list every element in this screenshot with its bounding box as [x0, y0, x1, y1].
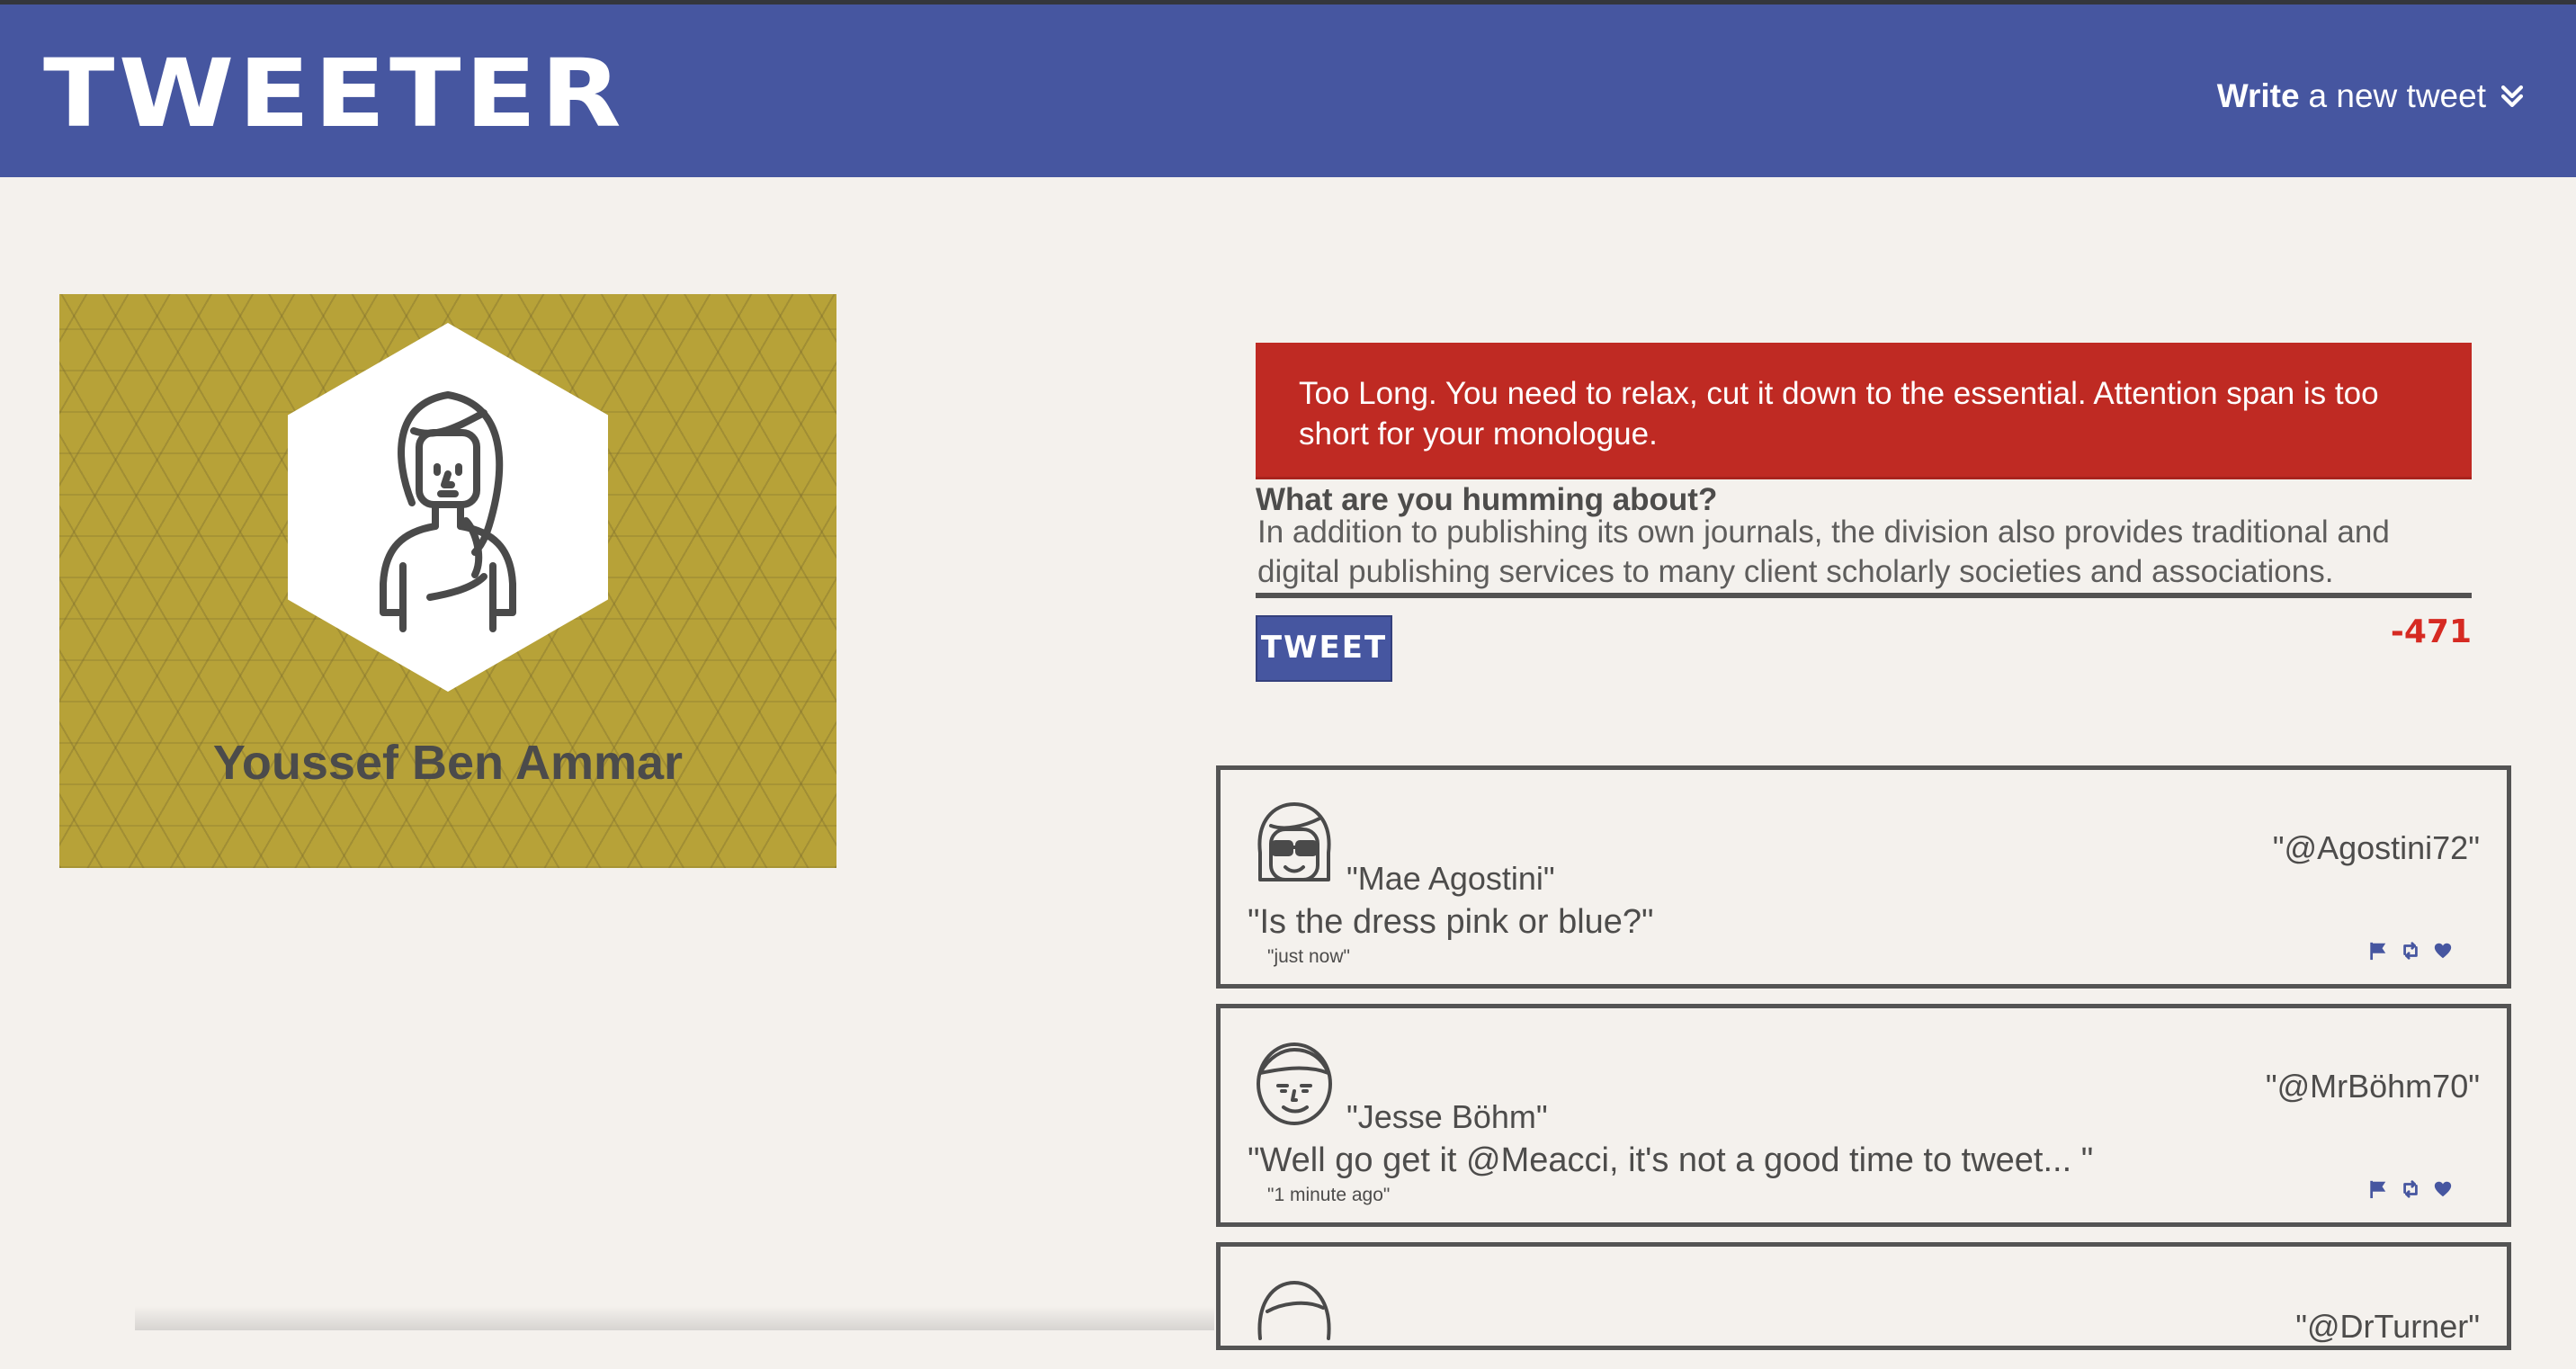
char-counter: -471: [2390, 613, 2472, 650]
tweet-author-handle[interactable]: "@MrBöhm70": [2266, 1068, 2480, 1105]
tweet-card: "@DrTurner": [1216, 1242, 2511, 1350]
compose-toggle-strong: Write: [2216, 77, 2300, 114]
error-message: Too Long. You need to relax, cut it down…: [1256, 343, 2472, 479]
tweet-author-handle[interactable]: "@DrTurner": [2295, 1308, 2480, 1346]
brand-logo[interactable]: TWEETER: [43, 44, 625, 143]
textarea-underline: [1256, 593, 2472, 598]
tweet-author-name: "Mae Agostini": [1346, 860, 1555, 897]
man-avatar-icon: [1257, 1042, 1332, 1125]
profile-avatar: [288, 323, 608, 692]
sunglasses-woman-avatar-icon: [1257, 802, 1331, 881]
tweet-timestamp: "just now": [1267, 946, 1350, 967]
retweet-icon[interactable]: [2401, 941, 2420, 961]
profile-name: Youssef Ben Ammar: [212, 736, 684, 790]
tweet-button[interactable]: TWEET: [1256, 615, 1392, 682]
heart-icon[interactable]: [2433, 941, 2453, 961]
compose-toggle-text: a new tweet: [2308, 77, 2486, 114]
tweet-content: "Well go get it @Meacci, it's not a good…: [1248, 1141, 2094, 1179]
tweet-timestamp: "1 minute ago": [1267, 1185, 1391, 1205]
woman-avatar-icon: [380, 391, 516, 632]
tweet-actions: [2368, 941, 2453, 961]
profile-card: Youssef Ben Ammar: [59, 294, 836, 868]
bottom-shadow: [135, 1306, 1214, 1330]
navbar: TWEETER Write a new tweet: [0, 4, 2576, 177]
heart-icon[interactable]: [2433, 1179, 2453, 1199]
avatar-icon: [1257, 1281, 1331, 1340]
tweet-author-name: "Jesse Böhm": [1346, 1098, 1548, 1135]
write-new-tweet-toggle[interactable]: Write a new tweet: [2217, 73, 2527, 120]
tweet-textarea[interactable]: In addition to publishing its own journa…: [1257, 513, 2472, 594]
tweet-card: "Mae Agostini" "@Agostini72" "Is the dre…: [1216, 765, 2511, 989]
flag-icon[interactable]: [2368, 941, 2388, 961]
double-chevron-down-icon: [2500, 85, 2524, 108]
tweet-author-handle[interactable]: "@Agostini72": [2273, 829, 2480, 867]
tweet-content: "Is the dress pink or blue?": [1248, 903, 1654, 941]
tweet-actions: [2368, 1179, 2453, 1199]
flag-icon[interactable]: [2368, 1179, 2388, 1199]
retweet-icon[interactable]: [2401, 1179, 2420, 1199]
tweet-card: "Jesse Böhm" "@MrBöhm70" "Well go get it…: [1216, 1004, 2511, 1227]
